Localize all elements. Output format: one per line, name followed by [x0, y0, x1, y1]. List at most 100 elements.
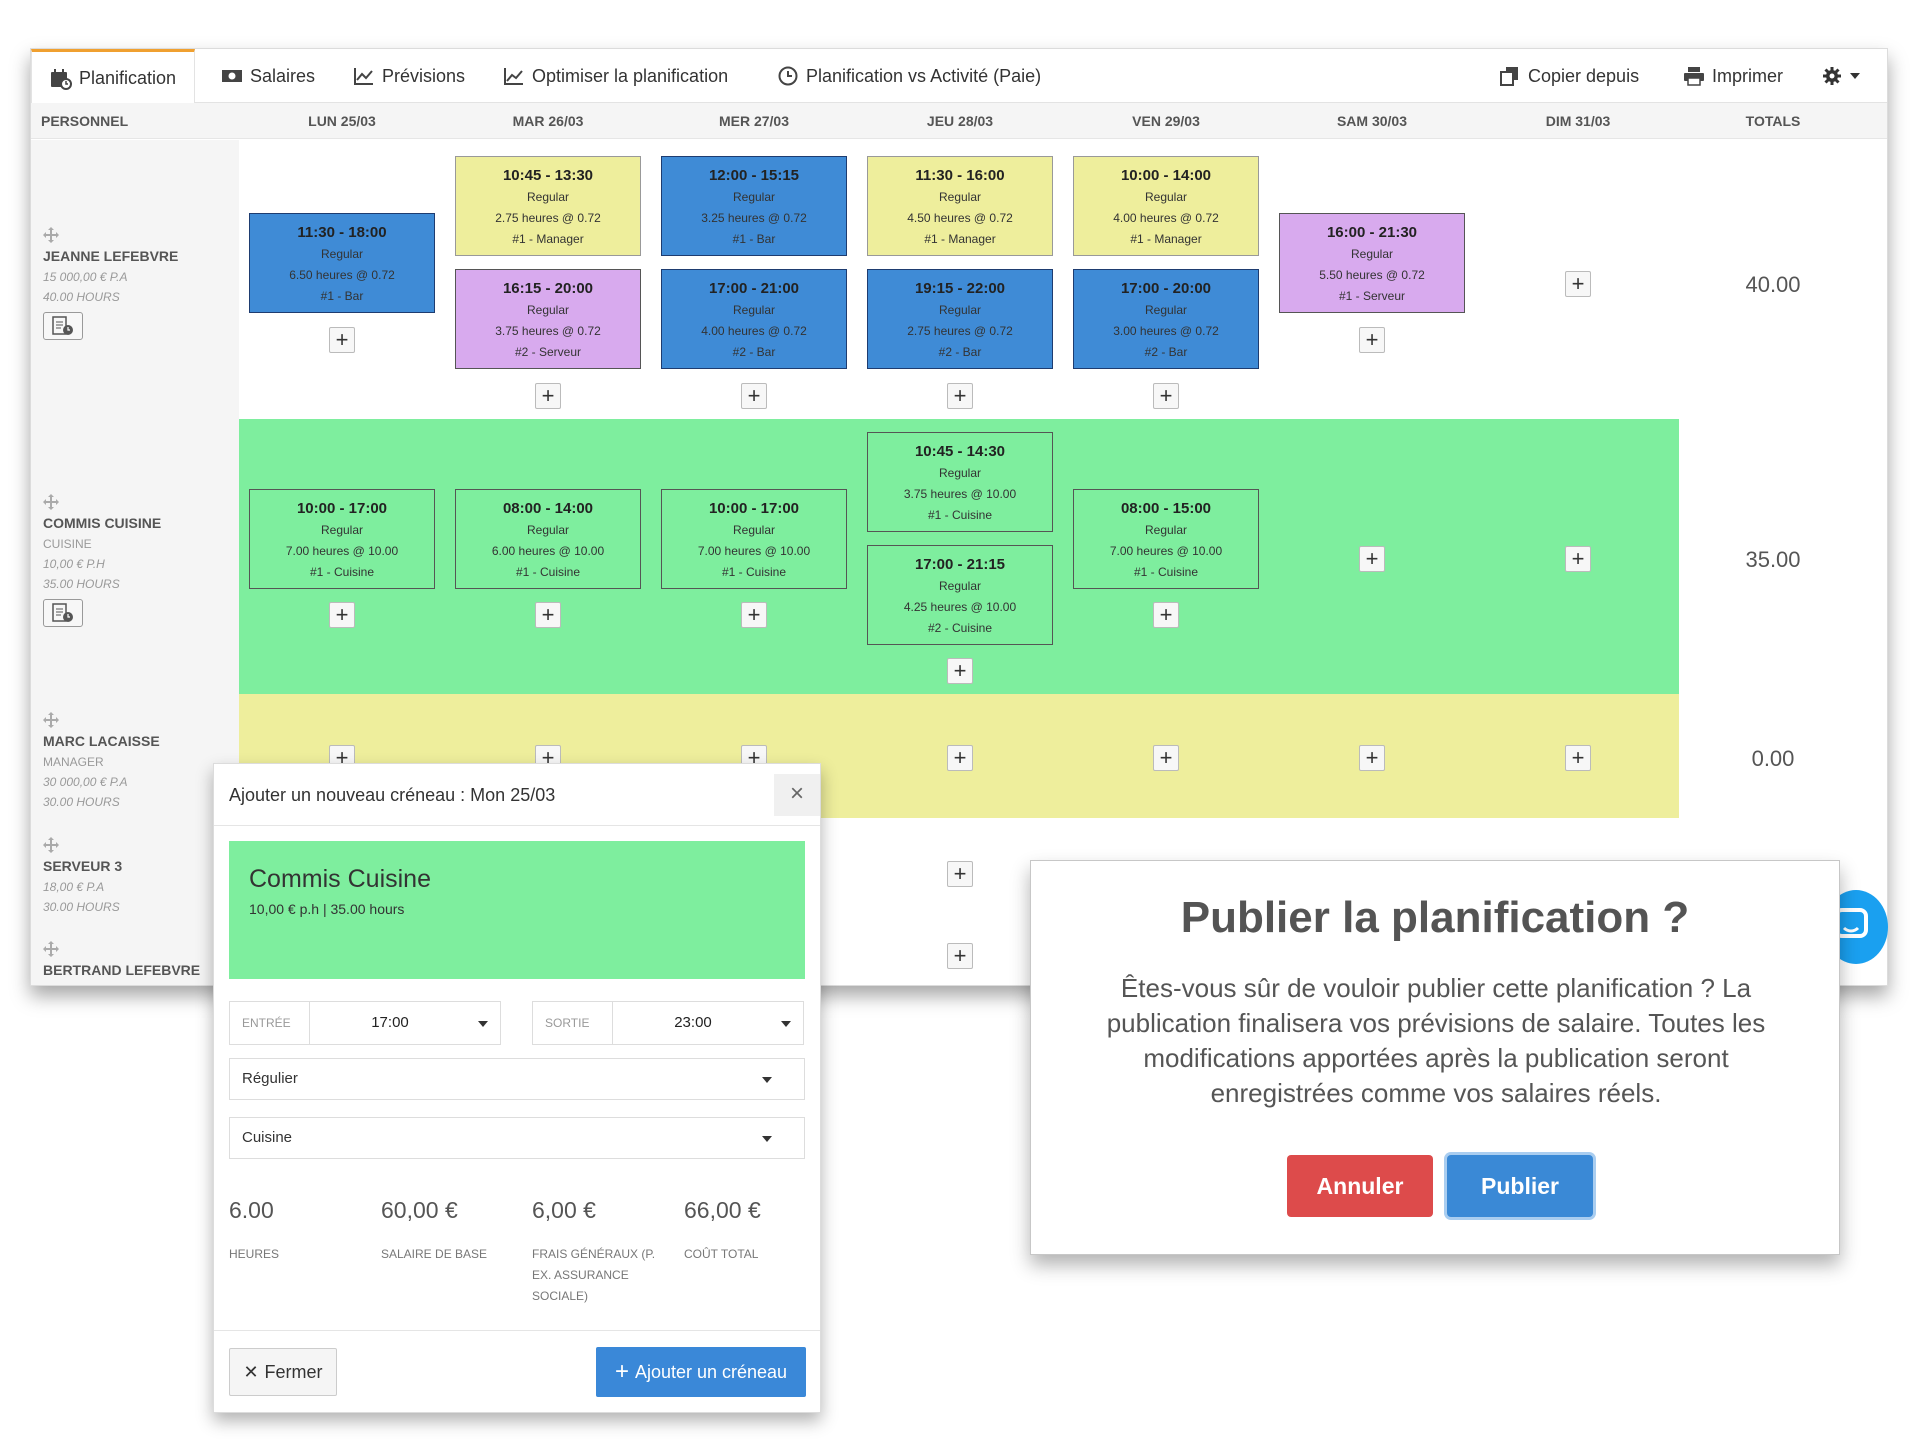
drag-handle-icon[interactable]	[43, 712, 59, 728]
tab-planification[interactable]: Planification	[31, 49, 195, 105]
dialog-message: Êtes-vous sûr de vouloir publier cette p…	[1106, 973, 1766, 1108]
shift-card[interactable]: 16:15 - 20:00 Regular 3.75 heures @ 0.72…	[455, 269, 641, 369]
shift-type-select[interactable]: Régulier	[229, 1058, 805, 1100]
stat-hours: 6.00 HEURES	[229, 1197, 374, 1265]
shift-type: Regular	[732, 190, 776, 204]
tab-salaires[interactable]: Salaires	[221, 49, 315, 103]
add-shift-button[interactable]: +	[741, 383, 767, 409]
shift-position: #1 - Cuisine	[515, 565, 581, 579]
shift-card[interactable]: 11:30 - 18:00 Regular 6.50 heures @ 0.72…	[249, 213, 435, 313]
column-header-day: MAR 26/03	[512, 113, 584, 129]
shift-time: 17:00 - 21:15	[914, 556, 1006, 573]
shift-position: #1 - Manager	[1130, 232, 1202, 246]
shift-type: Regular	[1144, 190, 1188, 204]
shift-time: 16:00 - 21:30	[1326, 224, 1418, 241]
shift-card[interactable]: 10:00 - 17:00 Regular 7.00 heures @ 10.0…	[661, 489, 847, 589]
shift-detail: 6.50 heures @ 0.72	[289, 268, 395, 282]
add-shift-button[interactable]: +	[741, 602, 767, 628]
shift-type: Regular	[320, 523, 364, 537]
shift-time: 10:45 - 13:30	[502, 167, 594, 184]
tab-planification-vs-activite[interactable]: Planification vs Activité (Paie)	[777, 49, 1041, 103]
drag-handle-icon[interactable]	[43, 494, 59, 510]
position-select[interactable]: Cuisine	[229, 1117, 805, 1159]
modal-footer: ✕ Fermer + Ajouter un créneau	[214, 1330, 820, 1414]
shift-card[interactable]: 10:00 - 17:00 Regular 7.00 heures @ 10.0…	[249, 489, 435, 589]
stat-value: 6,00 €	[532, 1197, 596, 1223]
notes-button[interactable]	[43, 312, 83, 340]
cancel-button[interactable]: Annuler	[1287, 1155, 1433, 1217]
add-label: Ajouter un créneau	[634, 1361, 788, 1382]
shift-card[interactable]: 17:00 - 21:00 Regular 4.00 heures @ 0.72…	[661, 269, 847, 369]
add-shift-button[interactable]: +	[947, 861, 973, 887]
close-button[interactable]: ✕ Fermer	[229, 1348, 337, 1396]
shift-time: 08:00 - 15:00	[1120, 500, 1212, 517]
column-header-day: MER 27/03	[718, 113, 790, 129]
start-time-select[interactable]: ENTRÉE 17:00	[229, 1001, 501, 1045]
add-shift-submit-button[interactable]: + Ajouter un créneau	[596, 1347, 806, 1397]
end-time-select[interactable]: SORTIE 23:00	[532, 1001, 804, 1045]
publish-button[interactable]: Publier	[1447, 1155, 1593, 1217]
modal-title: Ajouter un nouveau créneau : Mon 25/03	[229, 785, 556, 805]
shift-card[interactable]: 17:00 - 20:00 Regular 3.00 heures @ 0.72…	[1073, 269, 1259, 369]
shift-card[interactable]: 10:45 - 13:30 Regular 2.75 heures @ 0.72…	[455, 156, 641, 256]
shift-type: Regular	[732, 523, 776, 537]
print-button[interactable]: Imprimer	[1683, 49, 1783, 103]
drag-handle-icon[interactable]	[43, 941, 59, 957]
publish-confirm-dialog: Publier la planification ? Êtes-vous sûr…	[1030, 860, 1840, 1255]
add-shift-button[interactable]: +	[1359, 327, 1385, 353]
add-shift-button[interactable]: +	[1153, 745, 1179, 771]
add-shift-button[interactable]: +	[1565, 271, 1591, 297]
shift-card[interactable]: 17:00 - 21:15 Regular 4.25 heures @ 10.0…	[867, 545, 1053, 645]
add-shift-button[interactable]: +	[1359, 546, 1385, 572]
shift-card[interactable]: 08:00 - 14:00 Regular 6.00 heures @ 10.0…	[455, 489, 641, 589]
settings-dropdown[interactable]	[1821, 49, 1860, 103]
shift-card[interactable]: 11:30 - 16:00 Regular 4.50 heures @ 0.72…	[867, 156, 1053, 256]
staff-hours: 40.00 HOURS	[43, 290, 120, 304]
add-shift-button[interactable]: +	[329, 602, 355, 628]
add-shift-button[interactable]: +	[1565, 745, 1591, 771]
column-header-staff: PERSONNEL	[41, 113, 129, 129]
add-shift-button[interactable]: +	[535, 602, 561, 628]
add-shift-button[interactable]: +	[947, 383, 973, 409]
add-shift-button[interactable]: +	[947, 745, 973, 771]
shift-card[interactable]: 12:00 - 15:15 Regular 3.25 heures @ 0.72…	[661, 156, 847, 256]
shift-card[interactable]: 10:00 - 14:00 Regular 4.00 heures @ 0.72…	[1073, 156, 1259, 256]
drag-handle-icon[interactable]	[43, 227, 59, 243]
tab-previsions[interactable]: Prévisions	[353, 49, 465, 103]
tab-bar: Planification Salaires Prévisions Optimi…	[31, 49, 1887, 105]
add-shift-button[interactable]: +	[1153, 602, 1179, 628]
add-shift-button[interactable]: +	[329, 327, 355, 353]
shift-detail: 2.75 heures @ 0.72	[495, 211, 601, 225]
tab-optimiser[interactable]: Optimiser la planification	[503, 49, 728, 103]
shift-time: 10:45 - 14:30	[914, 443, 1006, 460]
shift-detail: 3.00 heures @ 0.72	[1113, 324, 1219, 338]
shift-card[interactable]: 19:15 - 22:00 Regular 2.75 heures @ 0.72…	[867, 269, 1053, 369]
staff-pay: 15 000,00 € P.A	[43, 270, 128, 284]
notes-button[interactable]	[43, 599, 83, 627]
add-shift-button[interactable]: +	[947, 943, 973, 969]
shift-card[interactable]: 08:00 - 15:00 Regular 7.00 heures @ 10.0…	[1073, 489, 1259, 589]
drag-handle-icon[interactable]	[43, 837, 59, 853]
shift-card[interactable]: 16:00 - 21:30 Regular 5.50 heures @ 0.72…	[1279, 213, 1465, 313]
shift-type: Regular	[1350, 247, 1394, 261]
shift-detail: 3.75 heures @ 10.00	[903, 487, 1017, 501]
shift-type: Regular	[1144, 523, 1188, 537]
stat-label: FRAIS GÉNÉRAUX (P. EX. ASSURANCE SOCIALE…	[532, 1247, 656, 1303]
add-shift-button[interactable]: +	[1153, 383, 1179, 409]
notes-icon	[52, 603, 73, 622]
close-icon[interactable]: ×	[774, 774, 820, 816]
shift-time: 11:30 - 16:00	[915, 167, 1005, 184]
staff-jeanne-lefebvre: JEANNE LEFEBVRE 15 000,00 € P.A 40.00 HO…	[43, 227, 178, 340]
add-shift-button[interactable]: +	[947, 658, 973, 684]
shift-time: 10:00 - 14:00	[1120, 167, 1212, 184]
staff-name: BERTRAND LEFEBVRE	[43, 962, 201, 978]
dialog-title: Publier la planification ?	[1180, 893, 1690, 942]
shift-time: 17:00 - 20:00	[1120, 280, 1212, 297]
column-header-day: DIM 31/03	[1545, 113, 1611, 129]
shift-card[interactable]: 10:45 - 14:30 Regular 3.75 heures @ 10.0…	[867, 432, 1053, 532]
add-shift-button[interactable]: +	[1359, 745, 1385, 771]
copy-from-button[interactable]: Copier depuis	[1499, 49, 1639, 103]
shift-time: 17:00 - 21:00	[708, 280, 800, 297]
add-shift-button[interactable]: +	[1565, 546, 1591, 572]
add-shift-button[interactable]: +	[535, 383, 561, 409]
